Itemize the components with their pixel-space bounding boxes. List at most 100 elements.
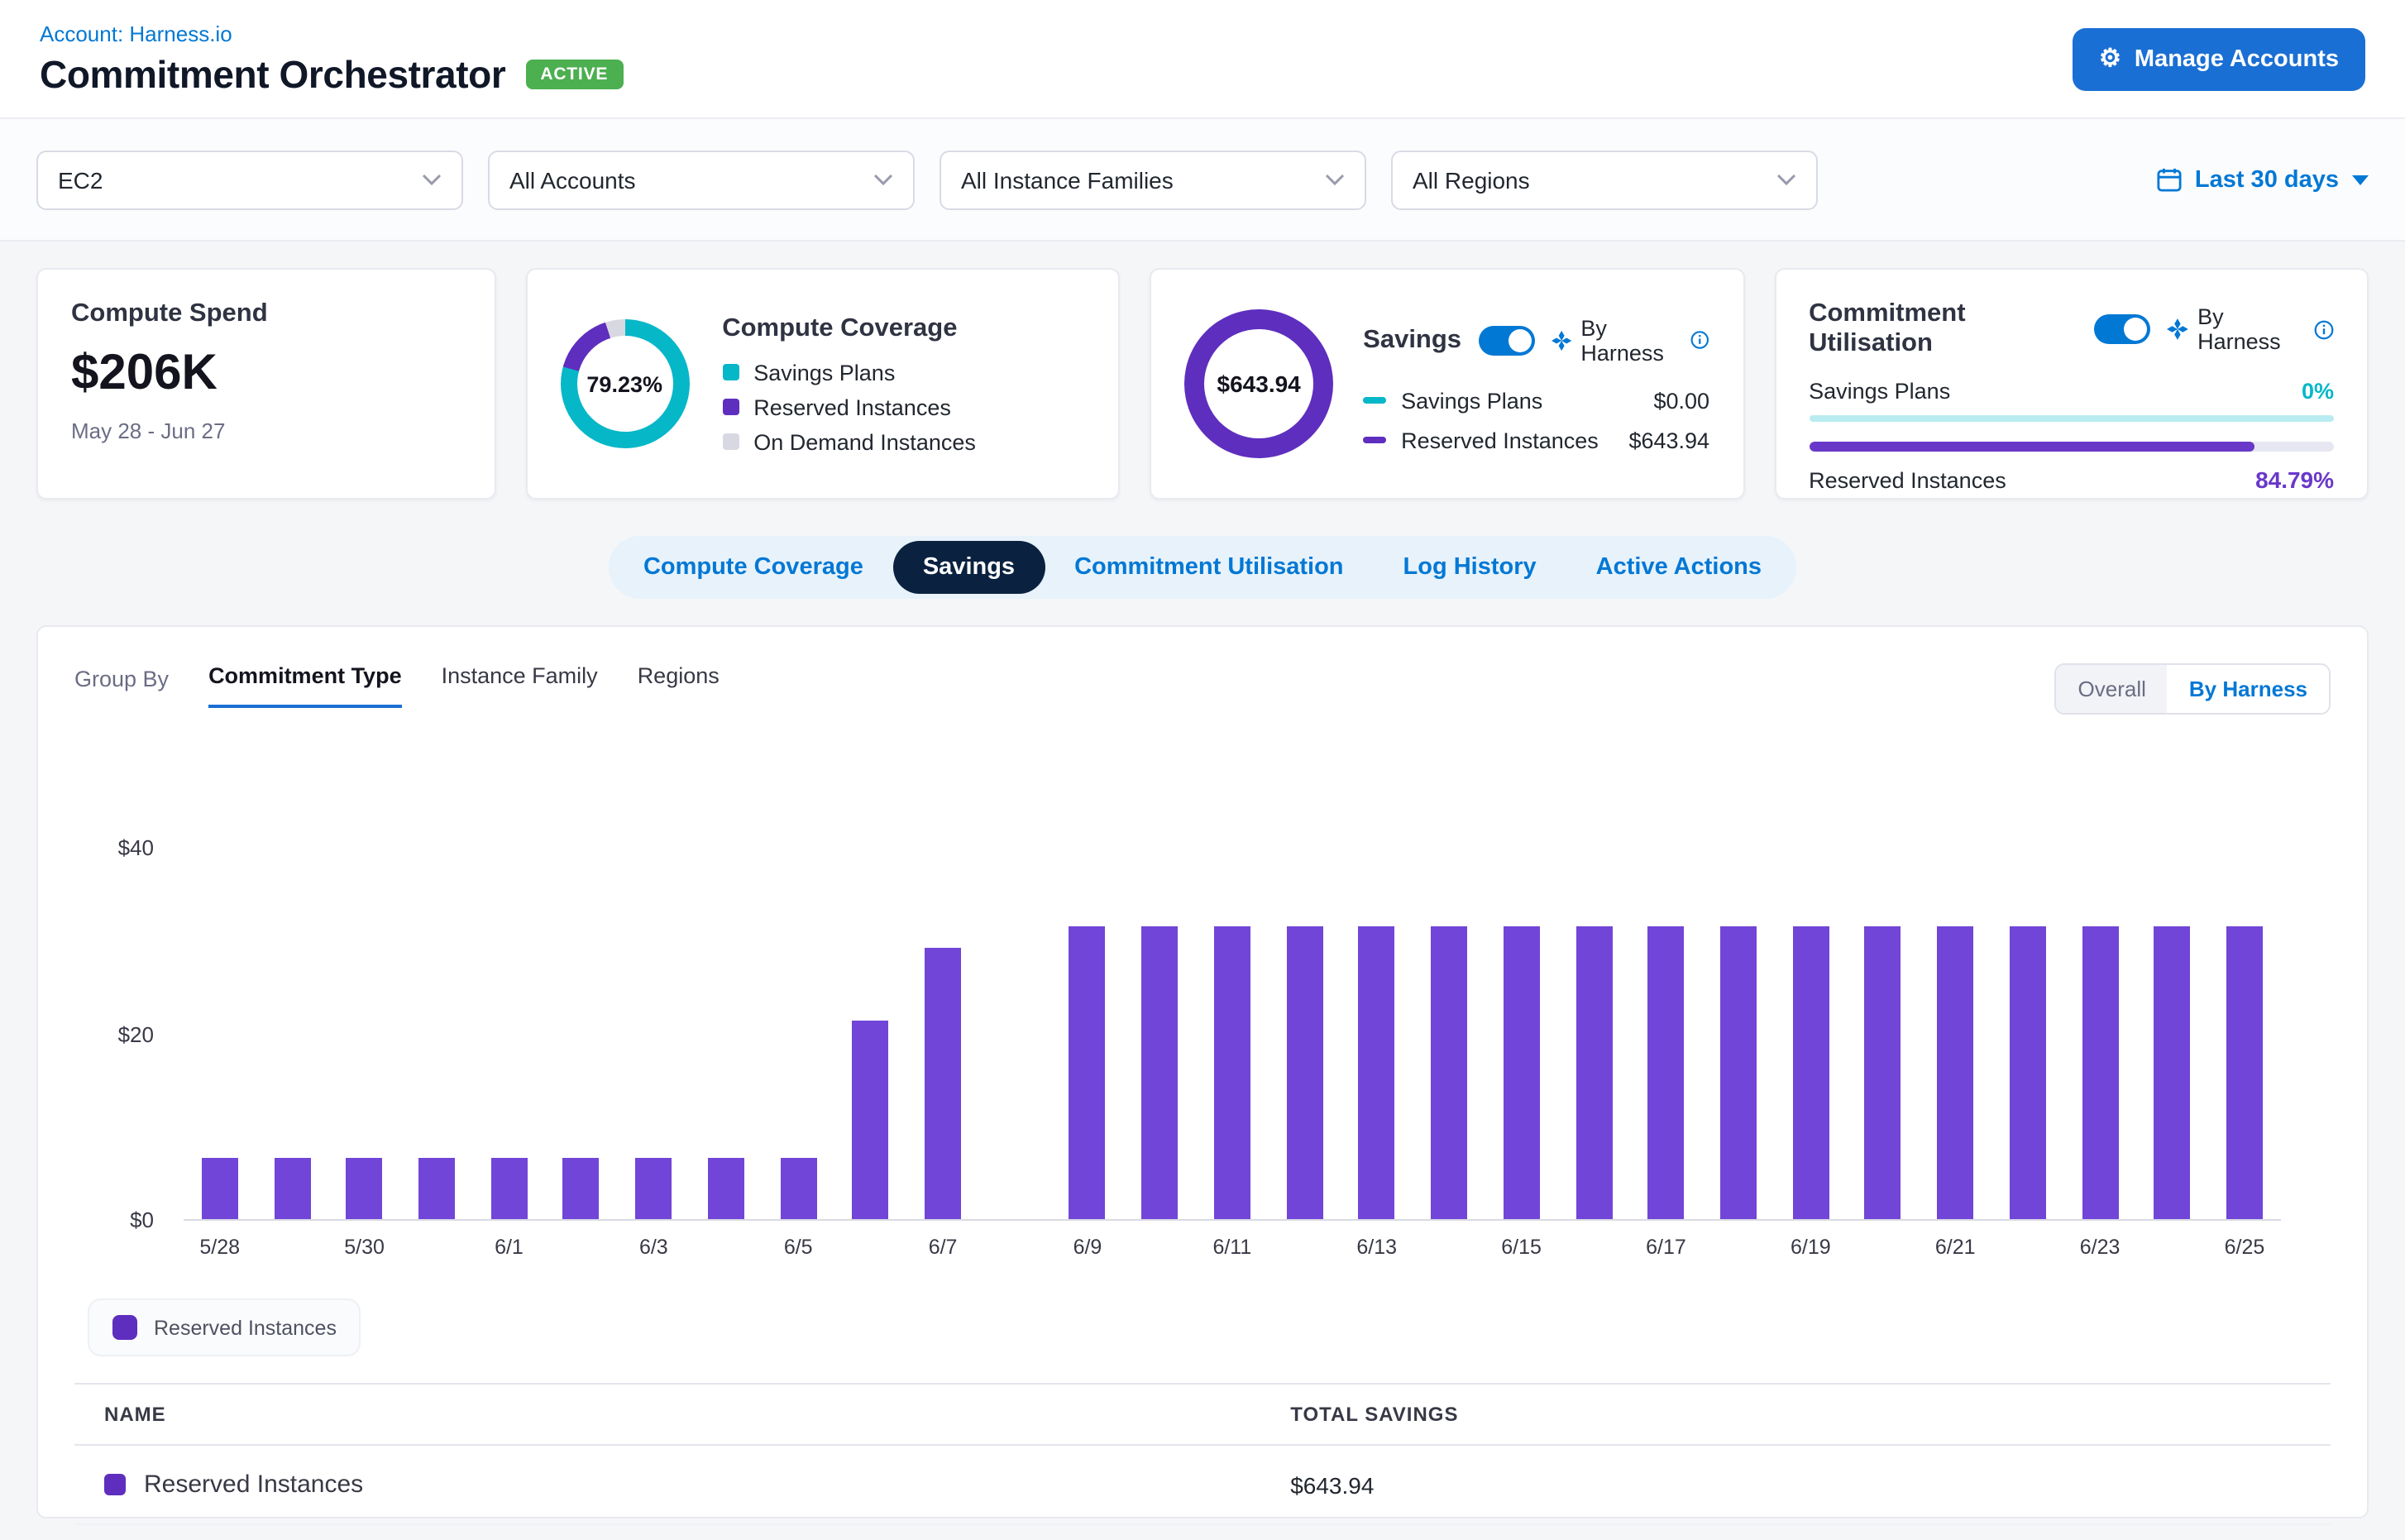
coverage-donut-chart: 79.23%	[560, 319, 689, 448]
legend-label: Reserved Instances	[753, 395, 951, 419]
x-axis: 5/285/306/16/36/56/76/96/116/136/156/176…	[184, 1236, 2281, 1259]
table-cell-total-savings: $643.94	[1290, 1471, 2301, 1498]
tab-log-history[interactable]: Log History	[1374, 541, 1566, 594]
accounts-select[interactable]: All Accounts	[488, 150, 915, 209]
x-tick-label: 6/23	[2063, 1236, 2135, 1259]
summary-cards: Compute Spend $206K May 28 - Jun 27 79.2…	[0, 242, 2405, 500]
x-tick-label	[1991, 1236, 2063, 1259]
info-icon[interactable]	[1691, 329, 1710, 351]
chart-legend-toggle[interactable]: Reserved Instances	[88, 1298, 361, 1356]
savings-by-harness-toggle[interactable]	[1478, 325, 1534, 355]
bar-6/21[interactable]	[1937, 925, 1973, 1219]
reserved-instances-utilisation-row: Reserved Instances 84.79%	[1809, 466, 2334, 493]
bar-6/11[interactable]	[1214, 925, 1250, 1219]
bar-6/16[interactable]	[1575, 925, 1612, 1219]
bar-6/19[interactable]	[1792, 925, 1829, 1219]
savings-row-value: $643.94	[1628, 428, 1709, 452]
bar-5/30[interactable]	[347, 1157, 383, 1219]
savings-row-label: Reserved Instances	[1401, 428, 1599, 452]
regions-select-value: All Regions	[1413, 166, 1530, 193]
reserved-instances-swatch-icon	[722, 399, 739, 415]
chevron-down-icon	[1325, 174, 1345, 185]
bar-6/9[interactable]	[1069, 925, 1106, 1219]
utilisation-by-harness-toggle[interactable]	[2093, 314, 2149, 344]
bar-6/18[interactable]	[1720, 925, 1757, 1219]
bar-6/10[interactable]	[1141, 925, 1178, 1219]
savings-table: NAME TOTAL SAVINGS Reserved Instances $6…	[74, 1383, 2331, 1525]
service-select-value: EC2	[58, 166, 103, 193]
x-tick-label: 6/19	[1775, 1236, 1847, 1259]
view-option-overall[interactable]: Overall	[2057, 665, 2168, 713]
x-tick-label	[1557, 1236, 1629, 1259]
bar-6/24[interactable]	[2154, 925, 2191, 1219]
reserved-instances-progress-bar	[1809, 442, 2334, 452]
page-header: Account: Harness.io Commitment Orchestra…	[0, 0, 2405, 119]
bar-slot	[400, 847, 472, 1219]
group-tab-commitment-type[interactable]: Commitment Type	[208, 663, 402, 708]
chevron-down-icon	[422, 174, 442, 185]
coverage-percent: 79.23%	[576, 336, 672, 432]
bar-6/7[interactable]	[925, 948, 961, 1219]
compute-spend-card: Compute Spend $206K May 28 - Jun 27	[36, 268, 495, 500]
bar-slot	[763, 847, 834, 1219]
bar-6/2[interactable]	[563, 1157, 600, 1219]
bar-slot	[1702, 847, 1774, 1219]
tab-savings[interactable]: Savings	[893, 541, 1045, 594]
bar-6/22[interactable]	[2010, 925, 2046, 1219]
bar-slot	[2208, 847, 2280, 1219]
caret-down-icon	[2352, 175, 2369, 184]
regions-select[interactable]: All Regions	[1391, 150, 1818, 209]
bar-5/28[interactable]	[202, 1157, 238, 1219]
bar-slot	[473, 847, 545, 1219]
bar-6/20[interactable]	[1865, 925, 1901, 1219]
instance-families-select[interactable]: All Instance Families	[940, 150, 1366, 209]
bar-slot	[1269, 847, 1341, 1219]
group-tab-regions[interactable]: Regions	[638, 663, 720, 708]
table-row[interactable]: Reserved Instances $643.94	[74, 1446, 2331, 1525]
column-header-name: NAME	[104, 1403, 1290, 1426]
bar-slot	[1341, 847, 1413, 1219]
bar-6/12[interactable]	[1286, 925, 1322, 1219]
by-harness-label: By Harness	[1580, 315, 1681, 365]
x-tick-label: 6/13	[1341, 1236, 1413, 1259]
date-range-picker[interactable]: Last 30 days	[2157, 166, 2369, 193]
group-tab-instance-family[interactable]: Instance Family	[442, 663, 598, 708]
bar-slot	[1485, 847, 1557, 1219]
bar-6/1[interactable]	[490, 1157, 527, 1219]
bar-6/15[interactable]	[1504, 925, 1540, 1219]
bar-6/25[interactable]	[2226, 925, 2263, 1219]
tab-commitment-utilisation[interactable]: Commitment Utilisation	[1045, 541, 1373, 594]
reserved-instances-label: Reserved Instances	[1809, 467, 2006, 492]
bar-6/13[interactable]	[1359, 925, 1395, 1219]
row-name-label: Reserved Instances	[144, 1471, 363, 1499]
account-breadcrumb-link[interactable]: Account: Harness.io	[40, 21, 623, 45]
view-option-by-harness[interactable]: By Harness	[2168, 665, 2329, 713]
chevron-down-icon	[1776, 174, 1796, 185]
bar-slot	[690, 847, 762, 1219]
compute-coverage-card: 79.23% Compute Coverage Savings Plans Re…	[525, 268, 1120, 500]
manage-accounts-button[interactable]: ⚙ Manage Accounts	[2073, 27, 2365, 90]
savings-row: Savings Plans $0.00	[1363, 388, 1709, 413]
bar-6/17[interactable]	[1647, 925, 1684, 1219]
group-by-row: Group By Commitment Type Instance Family…	[74, 663, 2331, 715]
bar-6/14[interactable]	[1431, 925, 1467, 1219]
table-cell-name: Reserved Instances	[104, 1471, 1290, 1499]
by-harness-label-group: By Harness	[1551, 315, 1709, 365]
bar-6/4[interactable]	[708, 1157, 744, 1219]
bar-6/23[interactable]	[2082, 925, 2118, 1219]
compute-spend-value: $206K	[71, 346, 461, 402]
x-tick-label	[1124, 1236, 1196, 1259]
bar-slot	[2063, 847, 2135, 1219]
info-icon[interactable]	[2314, 318, 2334, 340]
tab-active-actions[interactable]: Active Actions	[1566, 541, 1791, 594]
service-select[interactable]: EC2	[36, 150, 463, 209]
savings-plans-percent: 0%	[2302, 379, 2334, 404]
bar-6/6[interactable]	[853, 1020, 889, 1219]
manage-accounts-label: Manage Accounts	[2135, 45, 2339, 72]
x-tick-label: 6/21	[1920, 1236, 1991, 1259]
bar-5/29[interactable]	[274, 1157, 310, 1219]
bar-5/31[interactable]	[418, 1157, 455, 1219]
bar-6/5[interactable]	[780, 1157, 816, 1219]
bar-6/3[interactable]	[635, 1157, 672, 1219]
tab-compute-coverage[interactable]: Compute Coverage	[614, 541, 893, 594]
